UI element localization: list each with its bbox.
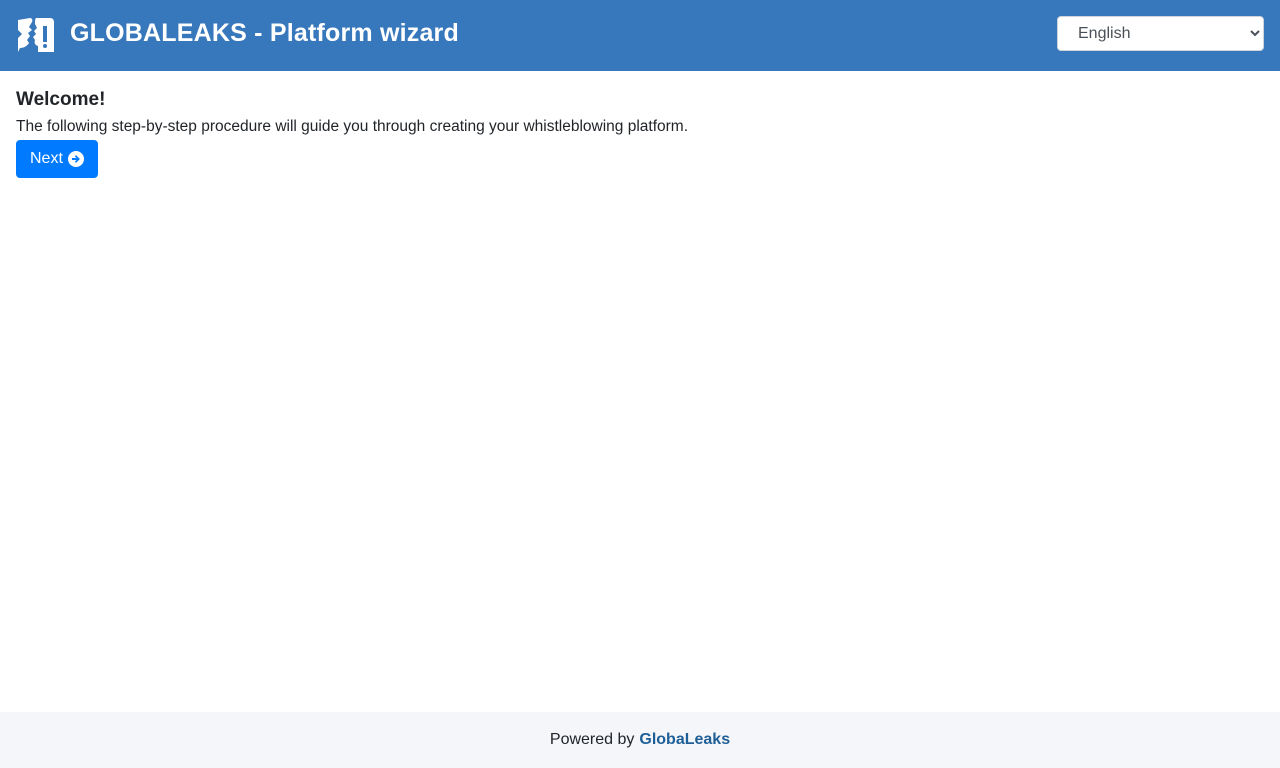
next-button-label: Next: [30, 150, 63, 167]
footer-powered-by: Powered by: [549, 731, 635, 748]
globaleaks-logo-icon: [18, 18, 54, 52]
page-title: GLOBALEAKS - Platform wizard: [70, 19, 459, 47]
welcome-heading: Welcome!: [16, 89, 106, 110]
footer: Powered by GlobaLeaks: [0, 712, 1280, 768]
arrow-circle-right-icon: [67, 151, 84, 167]
intro-text: The following step-by-step procedure wil…: [16, 118, 689, 135]
header-bar: GLOBALEAKS - Platform wizard English: [0, 0, 1280, 71]
next-button[interactable]: Next: [16, 140, 98, 178]
language-select[interactable]: English: [1057, 16, 1264, 51]
main-content: Welcome! The following step-by-step proc…: [16, 88, 688, 178]
globaleaks-link[interactable]: GlobaLeaks: [639, 731, 730, 749]
page: GLOBALEAKS - Platform wizard English Wel…: [0, 0, 1280, 768]
